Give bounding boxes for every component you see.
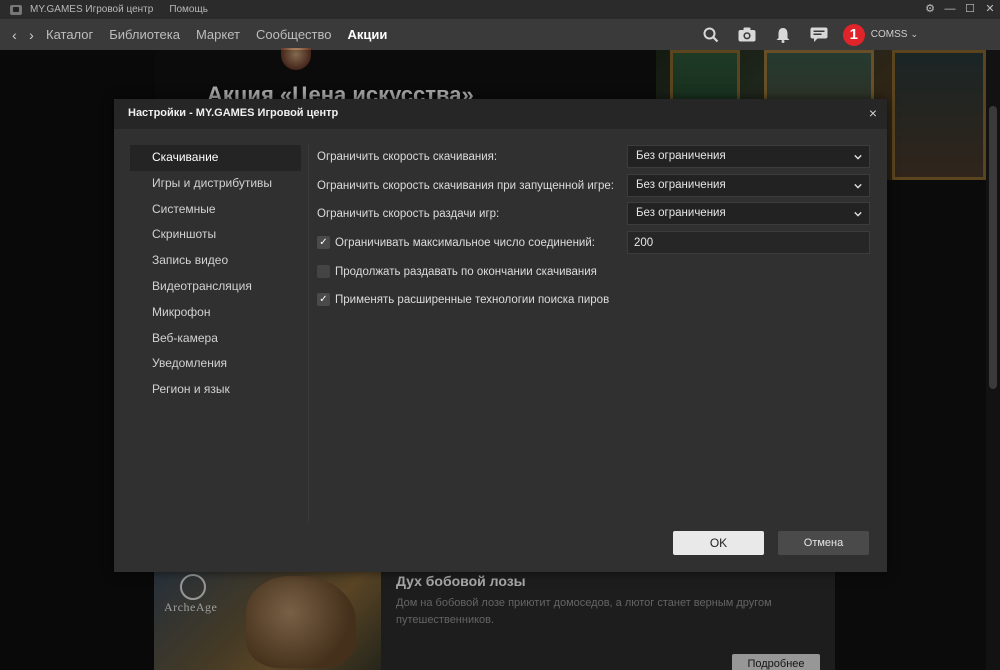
sidebar-item-downloads[interactable]: Скачивание	[130, 145, 301, 171]
setting-row: Продолжать раздавать по окончании скачив…	[317, 260, 872, 289]
sidebar-item-games[interactable]: Игры и дистрибутивы	[130, 171, 301, 197]
sidebar-item-streaming[interactable]: Видеотрансляция	[130, 274, 301, 300]
upload-speed-value: Без ограничения	[636, 207, 726, 220]
username-menu[interactable]: COMSS ⌄	[871, 29, 918, 40]
upload-speed-label: Ограничить скорость раздачи игр:	[317, 208, 500, 221]
close-icon[interactable]: ×	[869, 105, 877, 121]
help-menu[interactable]: Помощь	[169, 4, 208, 15]
app-title: MY.GAMES Игровой центр	[30, 4, 154, 15]
ok-button[interactable]: OK	[673, 531, 764, 555]
sidebar-item-video-recording[interactable]: Запись видео	[130, 248, 301, 274]
chevron-down-icon	[854, 212, 862, 217]
setting-row: Ограничить скорость скачивания: Без огра…	[317, 145, 872, 174]
dialog-header: Настройки - MY.GAMES Игровой центр ×	[114, 99, 887, 129]
sidebar-item-microphone[interactable]: Микрофон	[130, 300, 301, 326]
setting-row: ✓ Применять расширенные технологии поиск…	[317, 288, 872, 317]
maximize-icon[interactable]: ☐	[960, 0, 980, 19]
upload-speed-select[interactable]: Без ограничения	[627, 202, 870, 226]
download-settings: Ограничить скорость скачивания: Без огра…	[317, 145, 872, 317]
sidebar-item-webcam[interactable]: Веб-камера	[130, 326, 301, 352]
max-connections-label: Ограничивать максимальное число соединен…	[335, 237, 595, 250]
notification-bell-icon[interactable]	[765, 19, 801, 50]
continue-seeding-label: Продолжать раздавать по окончании скачив…	[335, 265, 597, 278]
back-arrow-icon[interactable]: ‹	[6, 27, 23, 43]
chevron-down-icon	[854, 183, 862, 189]
title-bar: MY.GAMES Игровой центр Помощь ⚙ — ☐ ✕	[0, 0, 1000, 19]
settings-gear-icon[interactable]: ⚙	[920, 0, 940, 19]
camera-icon[interactable]	[729, 19, 765, 50]
nav-bar: ‹ › Каталог Библиотека Маркет Сообщество…	[0, 19, 1000, 50]
sidebar-item-region-language[interactable]: Регион и язык	[130, 377, 301, 403]
download-speed-ingame-select[interactable]: Без ограничения	[627, 173, 870, 197]
username-label: COMSS	[870, 29, 908, 40]
setting-row: Ограничить скорость скачивания при запущ…	[317, 173, 872, 203]
peer-search-checkbox[interactable]: ✓	[317, 293, 330, 307]
sidebar-item-screenshots[interactable]: Скриншоты	[130, 222, 301, 248]
chevron-down-icon	[854, 154, 862, 160]
download-speed-ingame-value: Без ограничения	[636, 178, 726, 191]
download-speed-value: Без ограничения	[636, 150, 726, 162]
download-speed-select[interactable]: Без ограничения	[627, 145, 870, 168]
continue-seeding-checkbox[interactable]	[317, 264, 330, 278]
chevron-down-icon: ⌄	[910, 29, 918, 39]
settings-sidebar: Скачивание Игры и дистрибутивы Системные…	[130, 145, 301, 403]
max-connections-checkbox[interactable]: ✓	[317, 236, 330, 250]
nav-link-library[interactable]: Библиотека	[109, 27, 180, 42]
settings-dialog: Настройки - MY.GAMES Игровой центр × Ска…	[114, 99, 887, 572]
avatar[interactable]: 1	[842, 23, 865, 46]
nav-links: Каталог Библиотека Маркет Сообщество Акц…	[46, 27, 403, 42]
sidebar-item-notifications[interactable]: Уведомления	[130, 351, 301, 377]
nav-link-catalog[interactable]: Каталог	[46, 27, 93, 42]
chat-icon[interactable]	[801, 19, 837, 50]
app-window: MY.GAMES Игровой центр Помощь ⚙ — ☐ ✕ ‹ …	[0, 0, 1000, 670]
nav-right-tools: 1 COMSS ⌄	[693, 19, 1000, 50]
max-connections-input[interactable]	[627, 231, 870, 255]
sidebar-divider	[308, 145, 309, 523]
nav-link-promotions[interactable]: Акции	[348, 27, 388, 42]
setting-row: Ограничить скорость раздачи игр: Без огр…	[317, 202, 872, 231]
sidebar-item-system[interactable]: Системные	[130, 197, 301, 223]
download-speed-ingame-label: Ограничить скорость скачивания при запущ…	[317, 179, 614, 192]
search-icon[interactable]	[693, 19, 729, 50]
dialog-title: Настройки - MY.GAMES Игровой центр	[128, 107, 339, 119]
cancel-button[interactable]: Отмена	[778, 531, 869, 555]
download-speed-label: Ограничить скорость скачивания:	[317, 151, 498, 163]
window-controls: ⚙ — ☐ ✕	[920, 0, 1000, 19]
setting-row: ✓ Ограничивать максимальное число соедин…	[317, 231, 872, 260]
minimize-icon[interactable]: —	[940, 0, 960, 19]
app-logo-icon	[10, 4, 22, 15]
forward-arrow-icon[interactable]: ›	[23, 27, 40, 43]
close-window-icon[interactable]: ✕	[980, 0, 1000, 19]
nav-link-community[interactable]: Сообщество	[256, 27, 332, 42]
nav-link-market[interactable]: Маркет	[196, 27, 240, 42]
peer-search-label: Применять расширенные технологии поиска …	[335, 294, 610, 307]
